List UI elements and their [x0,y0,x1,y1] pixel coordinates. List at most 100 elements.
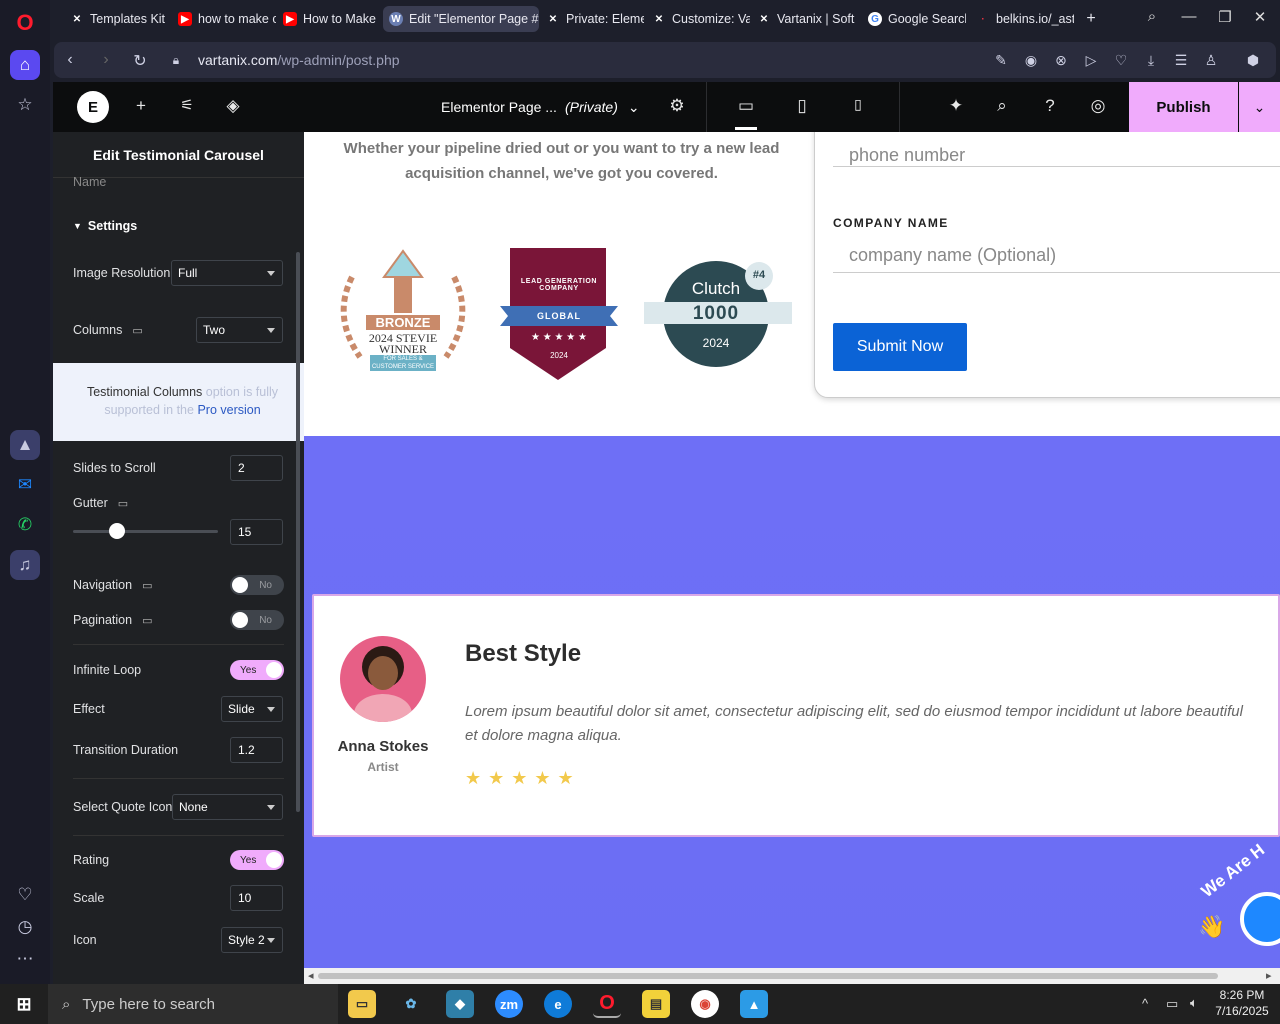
camera-icon[interactable]: ◉ [1022,52,1040,69]
transition-duration-input[interactable]: 1.2 [230,737,283,763]
chevron-down-icon: ⌄ [627,99,640,115]
new-tab-button[interactable]: + [1080,6,1102,32]
more-icon[interactable]: ⋯ [10,944,40,974]
publish-options-chevron-icon[interactable]: ⌄ [1239,82,1280,132]
testimonial-body: Lorem ipsum beautiful dolor sit amet, co… [465,703,1243,744]
clock[interactable]: 8:26 PM 7/16/2025 [1212,987,1272,1019]
effect-select[interactable]: Slide [221,696,283,722]
minimize-icon[interactable]: — [1177,8,1201,25]
back-icon[interactable]: ‹ [60,51,80,69]
scrollbar-thumb[interactable] [318,973,1218,979]
desktop-icon: ▭ [117,497,129,510]
file-explorer-icon[interactable]: ▭ [348,990,376,1018]
hiring-badge[interactable]: We Are H 👋 [1196,840,1280,962]
submit-button[interactable]: Submit Now [833,323,967,371]
help-icon[interactable]: ? [1039,96,1061,116]
heart-outline-icon[interactable]: ♡ [1112,52,1130,69]
sticky-notes-icon[interactable]: ▤ [642,990,670,1018]
rating-stars: ★ ★ ★ ★ ★ [465,768,575,788]
heart-icon[interactable]: ♡ [10,880,40,910]
pro-version-link[interactable]: Pro version [197,403,260,417]
testimonial-card[interactable]: Anna Stokes Artist Best Style Lorem ipsu… [312,594,1280,837]
tab-how-to-make-2[interactable]: ▶ How to Make [277,6,381,32]
settings-section-toggle[interactable]: ▼ Settings [73,212,285,240]
opera-logo-icon[interactable]: O [10,8,40,38]
opera-icon[interactable]: O [593,990,621,1018]
send-icon[interactable]: ▷ [1082,52,1100,69]
tab-belkins[interactable]: · belkins.io/_ast [970,6,1074,32]
search-icon[interactable]: ⌕ [991,96,1013,116]
company-input[interactable]: company name (Optional) [833,235,1280,273]
rating-toggle[interactable]: Yes [230,850,284,870]
block-icon[interactable]: ⊗ [1052,52,1070,69]
volume-icon[interactable]: 🔈︎ [1190,995,1198,1011]
horizontal-scrollbar[interactable]: ◂ ▸ [304,968,1280,984]
tab-edit-elementor[interactable]: W Edit "Elementor Page #1 [383,6,539,32]
pagination-toggle[interactable]: No [230,610,284,630]
publish-button[interactable]: Publish [1129,82,1238,132]
tab-how-to-make-1[interactable]: ▶ how to make c [172,6,276,32]
edge-icon[interactable]: e [544,990,572,1018]
icon-style-select[interactable]: Style 2 [221,927,283,953]
infinite-loop-toggle[interactable]: Yes [230,660,284,680]
whatsapp-icon[interactable]: ✆ [10,510,40,540]
image-resolution-select[interactable]: Full [171,260,283,286]
music-icon[interactable]: ♫ [10,550,40,580]
tab-customize[interactable]: ✕ Customize: Va [646,6,750,32]
tab-google-search[interactable]: G Google Search [862,6,966,32]
desktop-view-icon[interactable]: ▭ [735,96,757,130]
search-tabs-icon[interactable]: ⌕ [1140,8,1164,25]
zoom-icon[interactable]: zm [495,990,523,1018]
star-icon[interactable]: ☆ [10,90,40,120]
edit-icon[interactable]: ✎ [992,52,1010,69]
chat-bubble-icon[interactable] [1240,892,1280,946]
phone-input[interactable]: phone number [833,133,1280,167]
document-title[interactable]: Elementor Page ... (Private) ⌄ [441,99,640,116]
restore-icon[interactable]: ❐ [1213,8,1237,26]
notifications-icon[interactable]: ✦ [945,96,967,116]
scroll-right-icon[interactable]: ▸ [1266,969,1272,982]
home-icon[interactable]: ⌂ [10,50,40,80]
slides-to-scroll-input[interactable]: 2 [230,455,283,481]
preview-eye-icon[interactable]: ◎ [1087,96,1109,116]
taskbar-search[interactable]: ⌕ Type here to search [48,984,338,1024]
tablet-view-icon[interactable]: ▯ [791,96,813,116]
panel-scrollbar[interactable] [296,252,300,812]
photos-icon[interactable]: ▲ [740,990,768,1018]
mobile-view-icon[interactable]: ▯ [847,96,869,113]
profile-icon[interactable]: ♙ [1202,52,1220,69]
reload-icon[interactable]: ↻ [130,51,150,71]
gutter-slider-track[interactable] [73,523,218,539]
network-icon[interactable]: ▭ [1166,996,1178,1012]
app-icon-2[interactable]: ◆ [446,990,474,1018]
tab-private-elementor[interactable]: ✕Private: Elemen [540,6,644,32]
tray-chevron-icon[interactable]: ^ [1142,996,1148,1011]
gutter-input[interactable]: 15 [230,519,283,545]
gutter-slider-handle[interactable] [108,523,125,539]
history-icon[interactable]: ◷ [10,912,40,942]
tab-templates-kit[interactable]: ✕ Templates Kit [64,6,172,32]
menu-icon[interactable]: ☰ [1172,52,1190,69]
page-settings-icon[interactable]: ⚙ [666,96,688,116]
app-icon[interactable]: ✿ [397,990,425,1018]
lock-icon[interactable]: 🔒︎ [166,53,186,68]
aria-icon[interactable]: ▲ [10,430,40,460]
columns-select[interactable]: Two [196,317,283,343]
elementor-logo-icon[interactable]: E [77,91,109,123]
scale-input[interactable]: 10 [230,885,283,911]
structure-icon[interactable]: ◈ [222,96,244,116]
site-settings-icon[interactable]: ⚟ [176,96,198,114]
navigation-toggle[interactable]: No [230,575,284,595]
url-field[interactable]: vartanix.com/wp-admin/post.php [198,52,400,68]
add-element-icon[interactable]: + [130,96,152,116]
quote-icon-select[interactable]: None [172,794,283,820]
tab-vartanix[interactable]: ✕ Vartanix | Soft [751,6,857,32]
chrome-icon[interactable]: ◉ [691,990,719,1018]
close-window-icon[interactable]: ✕ [1248,8,1272,26]
windows-start-icon[interactable]: ⊞ [10,990,38,1018]
download-icon[interactable]: ⤓ [1142,52,1160,69]
forward-icon[interactable]: › [96,51,116,69]
scroll-left-icon[interactable]: ◂ [308,969,314,982]
extension-icon[interactable]: ⬢ [1244,52,1262,69]
messenger-icon[interactable]: ✉ [10,470,40,500]
